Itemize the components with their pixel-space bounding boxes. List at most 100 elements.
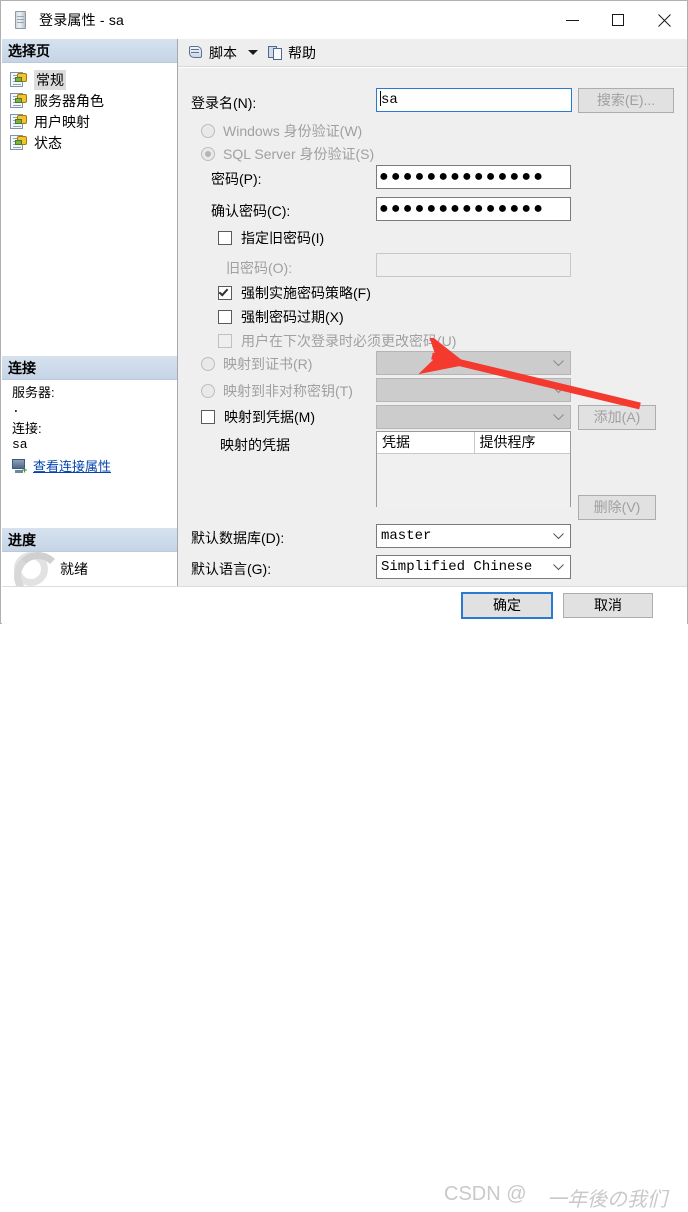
login-properties-icon — [13, 11, 29, 29]
remove-credential-button: 删除(V) — [578, 495, 656, 520]
chevron-down-icon — [553, 386, 564, 394]
checkbox-indicator — [218, 334, 232, 348]
sidebar-item-label: 服务器角色 — [34, 92, 104, 109]
help-label: 帮助 — [288, 44, 316, 61]
chevron-down-icon — [553, 532, 564, 540]
password-label: 密码(P): — [211, 171, 262, 187]
checkbox-indicator — [218, 310, 232, 324]
mapped-credentials-grid[interactable]: 凭据 提供程序 — [376, 431, 571, 507]
grid-header-row: 凭据 提供程序 — [377, 432, 570, 454]
chevron-down-icon — [553, 563, 564, 571]
page-icon — [10, 72, 27, 87]
default-language-label: 默认语言(G): — [191, 561, 272, 577]
search-button[interactable]: 搜索(E)... — [578, 88, 674, 113]
default-database-label: 默认数据库(D): — [191, 530, 285, 546]
connection-label: 连接: — [12, 421, 42, 436]
enforce-password-expiration-label: 强制密码过期(X) — [241, 309, 344, 325]
server-connection-icon: + — [12, 458, 28, 474]
grid-column-credential: 凭据 — [382, 434, 410, 450]
enforce-password-expiration-checkbox[interactable]: 强制密码过期(X) — [218, 307, 344, 327]
grid-column-provider: 提供程序 — [473, 432, 571, 453]
confirm-password-label: 确认密码(C): — [211, 203, 291, 219]
sql-auth-radio[interactable]: SQL Server 身份验证(S) — [201, 144, 374, 164]
sidebar-item-server-roles[interactable]: 服务器角色 — [8, 90, 177, 111]
checkbox-indicator — [201, 410, 215, 424]
default-database-value: master — [381, 528, 432, 544]
connection-value: sa — [12, 437, 28, 452]
dialog-toolbar: 脚本 帮助 — [178, 39, 687, 67]
map-credential-select — [376, 405, 571, 429]
mapped-credentials-label: 映射的凭据 — [220, 437, 290, 453]
login-name-value: sa — [381, 92, 398, 108]
login-name-input[interactable]: sa — [376, 88, 572, 112]
windows-auth-radio[interactable]: Windows 身份验证(W) — [201, 121, 362, 141]
sidebar-item-general[interactable]: 常规 — [8, 69, 177, 90]
enforce-password-policy-checkbox[interactable]: 强制实施密码策略(F) — [218, 283, 371, 303]
confirm-password-input[interactable]: ●●●●●●●●●●●●●● — [376, 197, 571, 221]
must-change-password-label: 用户在下次登录时必须更改密码(U) — [241, 333, 457, 349]
login-properties-window: 登录属性 - sa 选择页 常规 服务器角色 用户映射 状态 连接 服务器: .… — [0, 0, 688, 1211]
watermark-suffix: 一年後の我们 — [547, 1189, 667, 1211]
sidebar-item-label: 常规 — [34, 69, 66, 90]
default-language-select[interactable]: Simplified Chinese — [376, 555, 571, 579]
connection-header: 连接 — [2, 356, 177, 380]
sidebar-item-status[interactable]: 状态 — [8, 132, 177, 153]
view-connection-properties-label: 查看连接属性 — [33, 459, 112, 474]
enforce-password-policy-label: 强制实施密码策略(F) — [241, 285, 371, 301]
select-page-header: 选择页 — [2, 39, 177, 63]
general-page-panel: 登录名(N): sa 搜索(E)... Windows 身份验证(W) SQL … — [178, 68, 687, 586]
dialog-footer: 确定 取消 CSDN @ 一年後の我们 — [2, 586, 687, 1211]
sidebar: 选择页 常规 服务器角色 用户映射 状态 连接 服务器: . 连接: sa + … — [2, 39, 178, 600]
close-button[interactable] — [641, 1, 687, 39]
chevron-down-icon — [553, 413, 564, 421]
default-language-value: Simplified Chinese — [381, 559, 533, 575]
script-button[interactable]: 脚本 — [184, 41, 241, 65]
map-certificate-label: 映射到证书(R) — [223, 356, 313, 372]
radio-indicator — [201, 147, 215, 161]
old-password-input — [376, 253, 571, 277]
ok-button[interactable]: 确定 — [461, 592, 553, 619]
spinner-icon — [14, 552, 62, 600]
progress-status: 就绪 — [60, 561, 88, 577]
chevron-down-icon[interactable] — [248, 50, 258, 55]
map-asymmetric-key-label: 映射到非对称密钥(T) — [223, 383, 353, 399]
old-password-label: 旧密码(O): — [226, 260, 293, 276]
checkbox-indicator — [218, 286, 232, 300]
confirm-password-value: ●●●●●●●●●●●●●● — [379, 200, 546, 217]
map-asymmetric-key-radio: 映射到非对称密钥(T) — [201, 381, 353, 401]
script-icon — [188, 45, 204, 60]
view-connection-properties-link[interactable]: + 查看连接属性 — [12, 456, 177, 475]
minimize-button[interactable] — [549, 1, 595, 39]
page-icon — [10, 135, 27, 150]
maximize-button[interactable] — [595, 1, 641, 39]
map-credential-label: 映射到凭据(M) — [224, 409, 315, 425]
map-asymmetric-key-select — [376, 378, 571, 402]
specify-old-password-checkbox[interactable]: 指定旧密码(I) — [218, 228, 324, 248]
login-name-label: 登录名(N): — [191, 95, 257, 111]
password-input[interactable]: ●●●●●●●●●●●●●● — [376, 165, 571, 189]
radio-indicator — [201, 357, 215, 371]
server-value: . — [12, 401, 20, 416]
progress-info: 就绪 — [2, 552, 177, 600]
chevron-down-icon — [553, 359, 564, 367]
specify-old-password-label: 指定旧密码(I) — [241, 230, 325, 246]
title-bar: 登录属性 - sa — [1, 1, 687, 39]
script-label: 脚本 — [209, 44, 237, 61]
radio-indicator — [201, 384, 215, 398]
windows-auth-label: Windows 身份验证(W) — [223, 123, 363, 139]
cancel-button[interactable]: 取消 — [563, 593, 653, 618]
map-credential-checkbox[interactable]: 映射到凭据(M) — [201, 407, 315, 427]
page-icon — [10, 93, 27, 108]
progress-header: 进度 — [2, 528, 177, 552]
watermark-prefix: CSDN @ — [444, 1183, 527, 1205]
page-icon — [10, 114, 27, 129]
default-database-select[interactable]: master — [376, 524, 571, 548]
grid-body — [377, 454, 570, 507]
connection-info: 服务器: . 连接: sa + 查看连接属性 — [2, 380, 177, 475]
help-icon — [268, 45, 283, 60]
checkbox-indicator — [218, 231, 232, 245]
sidebar-item-label: 用户映射 — [34, 113, 90, 130]
server-label: 服务器: — [12, 385, 55, 400]
help-button[interactable]: 帮助 — [264, 41, 320, 65]
sidebar-item-user-mapping[interactable]: 用户映射 — [8, 111, 177, 132]
